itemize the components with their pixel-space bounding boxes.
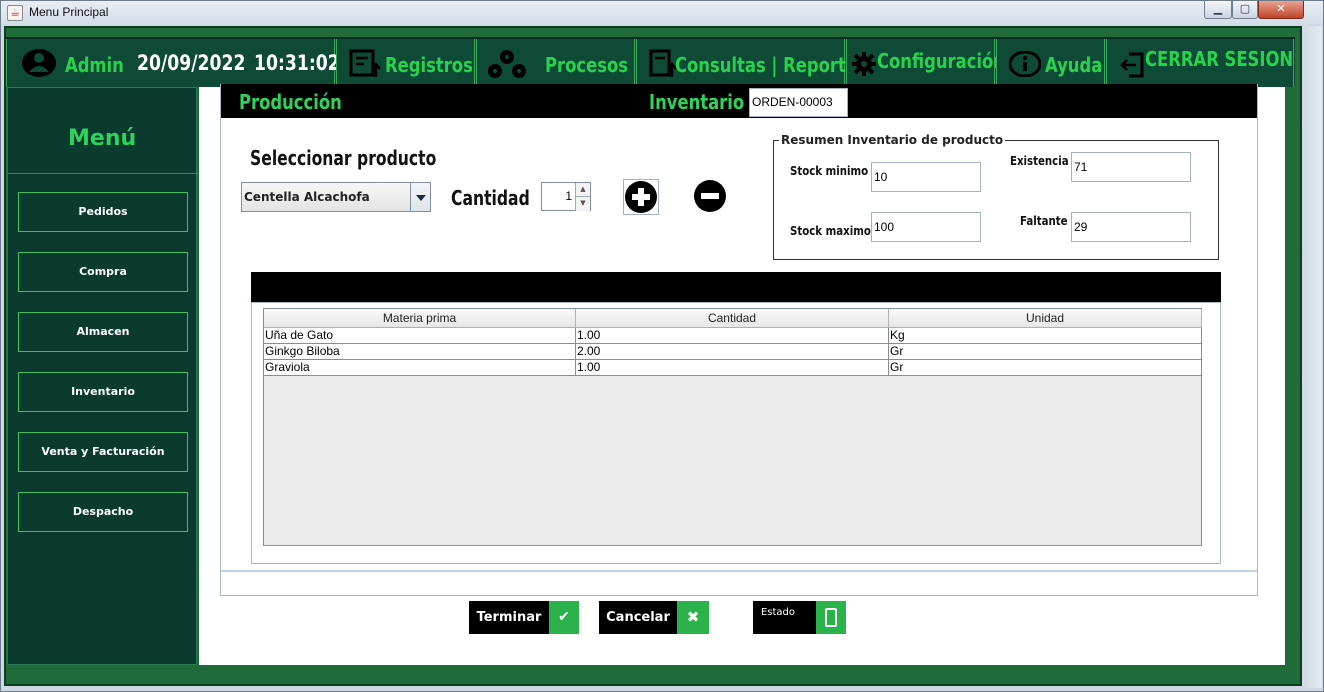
remove-button[interactable] xyxy=(694,180,726,212)
col-materia-prima[interactable]: Materia prima xyxy=(264,309,576,328)
sidebar-item-almacen[interactable]: Almacen xyxy=(18,312,188,352)
product-selected-value: Centella Alcachofa xyxy=(244,190,370,204)
estado-label: Estado xyxy=(760,607,796,618)
gear-icon xyxy=(852,52,876,76)
quantity-value: 1 xyxy=(565,189,572,203)
inventory-summary-title: Resumen Inventario de producto xyxy=(779,133,1006,147)
table-cell: Gr xyxy=(889,360,1202,376)
menu-procesos-label: Procesos xyxy=(545,53,629,77)
logout-icon xyxy=(1120,52,1144,78)
check-icon: ✔ xyxy=(549,601,579,634)
menu-ayuda[interactable]: Ayuda xyxy=(996,39,1105,87)
stock-min-field[interactable]: 10 xyxy=(871,162,981,192)
user-icon xyxy=(22,49,56,77)
maximize-button[interactable]: ▢ xyxy=(1232,1,1258,19)
select-product-label: Seleccionar producto xyxy=(250,146,437,170)
java-app-icon: ☕ xyxy=(7,5,23,21)
table-cell: Kg xyxy=(889,328,1202,344)
sidebar: Menú Pedidos Compra Almacen Inventario V… xyxy=(7,87,198,665)
menu-cerrar-sesion[interactable]: CERRAR SESION xyxy=(1106,39,1294,87)
menu-configuracion-label: Configuración xyxy=(877,49,1005,73)
menu-registros-label: Registros xyxy=(385,53,473,77)
table-cell: Graviola xyxy=(264,360,576,376)
consultas-icon xyxy=(649,49,677,77)
menu-registros[interactable]: Registros xyxy=(336,39,475,87)
sidebar-title: Menú xyxy=(68,126,137,151)
terminar-button[interactable]: Terminar ✔ xyxy=(469,601,579,634)
cancelar-button[interactable]: Cancelar ✖ xyxy=(599,601,709,634)
status-phone-icon xyxy=(816,601,846,634)
x-icon: ✖ xyxy=(677,601,709,634)
menu-consultas-label: Consultas | Reportes xyxy=(675,53,867,77)
product-combobox[interactable]: Centella Alcachofa xyxy=(241,182,431,212)
table-cell: Gr xyxy=(889,344,1202,360)
spinner-down-icon[interactable]: ▼ xyxy=(575,197,590,211)
table-cell: Uña de Gato xyxy=(264,328,576,344)
spinner-up-icon[interactable]: ▲ xyxy=(575,183,590,197)
stock-max-field[interactable]: 100 xyxy=(871,212,981,242)
col-unidad[interactable]: Unidad xyxy=(889,309,1202,328)
user-info-cell: Admin 20/09/2022 10:31:02 xyxy=(6,39,340,87)
sidebar-item-inventario[interactable]: Inventario xyxy=(18,372,188,412)
stock-max-label: Stock maximo xyxy=(790,224,871,238)
sidebar-header: Menú xyxy=(8,88,198,174)
menu-procesos[interactable]: Procesos xyxy=(476,39,635,87)
sidebar-item-venta-facturacion[interactable]: Venta y Facturación xyxy=(18,432,188,472)
table-row[interactable]: Uña de Gato 1.00 Kg xyxy=(264,328,1202,344)
table-row[interactable]: Graviola 1.00 Gr xyxy=(264,360,1202,376)
info-icon xyxy=(1009,51,1041,77)
username: Admin xyxy=(65,53,124,77)
cancelar-label: Cancelar xyxy=(606,610,670,625)
sidebar-item-pedidos[interactable]: Pedidos xyxy=(18,192,188,232)
table-cell: 1.00 xyxy=(576,328,889,344)
order-number-field[interactable]: ORDEN-00003 xyxy=(749,88,848,117)
procesos-icon xyxy=(488,50,526,78)
table-header-row: Materia prima Cantidad Unidad xyxy=(264,309,1202,328)
menu-configuracion[interactable]: Configuración xyxy=(846,39,1005,87)
current-date: 20/09/2022 xyxy=(137,51,246,75)
terminar-label: Terminar xyxy=(476,610,542,625)
table-header-bar xyxy=(251,272,1221,302)
estado-indicator: Estado xyxy=(753,601,846,634)
close-button[interactable]: ✕ xyxy=(1258,1,1304,19)
current-time: 10:31:02 xyxy=(254,51,340,75)
stock-min-label: Stock minimo xyxy=(790,164,869,178)
produccion-title: Producción xyxy=(239,90,342,114)
add-button[interactable] xyxy=(623,179,659,215)
existencia-field[interactable]: 71 xyxy=(1071,152,1191,182)
quantity-label: Cantidad xyxy=(451,186,530,210)
window-frame-right xyxy=(1302,26,1322,688)
faltante-label: Faltante xyxy=(1020,214,1068,228)
menu-consultas-reportes[interactable]: Consultas | Reportes xyxy=(636,39,867,87)
chevron-down-icon[interactable] xyxy=(410,183,430,211)
existencia-label: Existencia xyxy=(1010,154,1069,168)
table-cell: Ginkgo Biloba xyxy=(264,344,576,360)
menu-ayuda-label: Ayuda xyxy=(1045,53,1103,77)
registros-icon xyxy=(349,49,381,77)
title-bar: ☕ Menu Principal ▁ ▢ ✕ xyxy=(1,1,1323,25)
faltante-field[interactable]: 29 xyxy=(1071,212,1191,242)
table-cell: 1.00 xyxy=(576,360,889,376)
menu-cerrar-label: CERRAR SESION xyxy=(1145,47,1294,71)
minimize-button[interactable]: ▁ xyxy=(1204,1,1232,19)
sidebar-item-despacho[interactable]: Despacho xyxy=(18,492,188,532)
inventario-title: Inventario xyxy=(649,90,745,114)
quantity-spinner[interactable]: 1 ▲ ▼ xyxy=(541,182,591,211)
sidebar-item-compra[interactable]: Compra xyxy=(18,252,188,292)
col-cantidad[interactable]: Cantidad xyxy=(576,309,889,328)
window-title: Menu Principal xyxy=(29,5,109,19)
plus-circle-icon xyxy=(625,181,657,213)
top-menubar: Admin 20/09/2022 10:31:02 Registros Proc… xyxy=(6,37,1295,87)
table-row[interactable]: Ginkgo Biloba 2.00 Gr xyxy=(264,344,1202,360)
table-cell: 2.00 xyxy=(576,344,889,360)
raw-materials-table[interactable]: Materia prima Cantidad Unidad Uña de Gat… xyxy=(263,308,1202,546)
